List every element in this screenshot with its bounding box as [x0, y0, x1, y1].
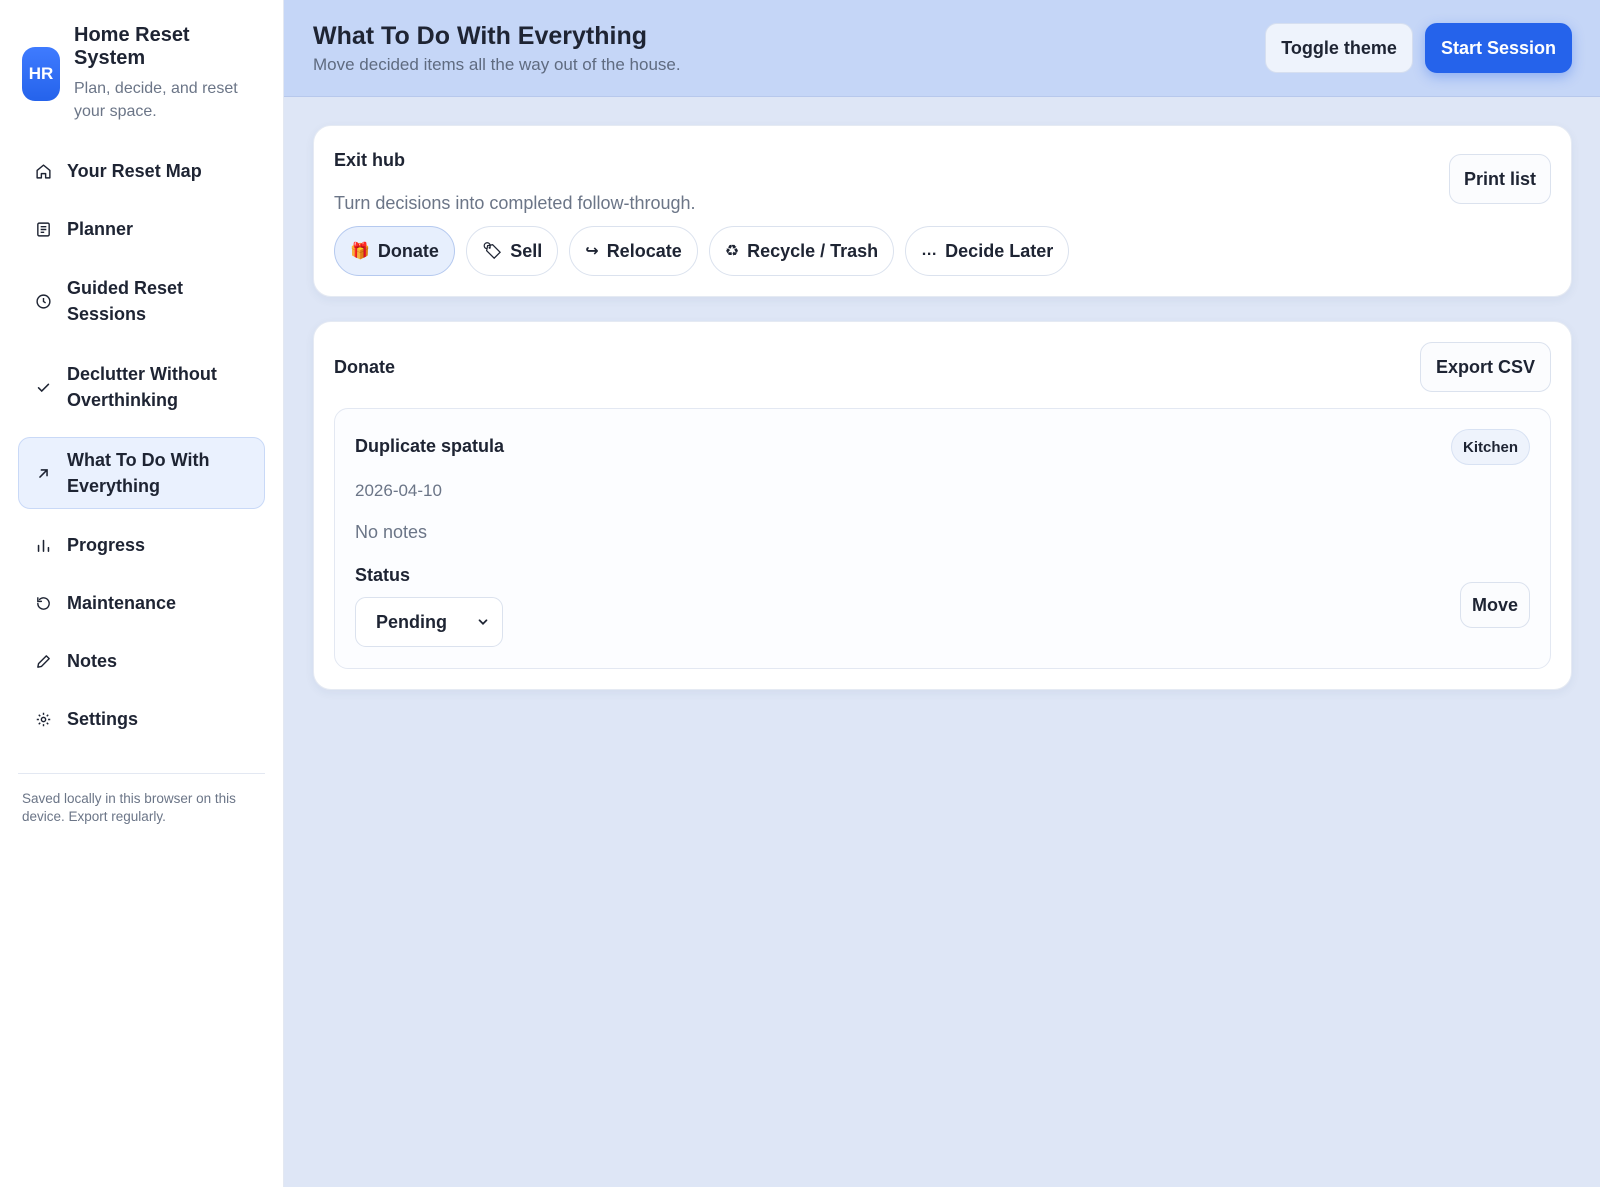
item-notes: No notes	[355, 522, 428, 542]
sidebar-item-your-reset-map[interactable]: Your Reset Map	[18, 149, 265, 193]
sidebar-item-label: Declutter Without Overthinking	[67, 364, 217, 410]
page-title: What To Do With Everything	[313, 22, 648, 50]
sidebar-footer-note: Saved locally in this browser on this de…	[22, 791, 236, 824]
arrow-up-right-icon	[33, 463, 53, 483]
home-icon	[33, 161, 53, 181]
sidebar-item-label: Your Reset Map	[67, 161, 202, 181]
chip-sell[interactable]: 🏷 Sell	[465, 226, 559, 276]
chip-label: Relocate	[606, 240, 682, 261]
status-select[interactable]: Pending	[355, 597, 503, 647]
chip-donate[interactable]: 🎁 Donate	[334, 226, 455, 276]
donate-section-card: Donate Export CSV Duplicate spatula Kitc…	[313, 321, 1572, 690]
topbar-heading: What To Do With Everything Move decided …	[313, 21, 681, 75]
exit-hub-header: Exit hub Turn decisions into completed f…	[334, 146, 1551, 214]
exit-hub-subtitle: Turn decisions into completed follow-thr…	[334, 193, 696, 213]
export-csv-button[interactable]: Export CSV	[1419, 342, 1551, 392]
print-list-button[interactable]: Print list	[1448, 154, 1551, 204]
sidebar-item-guided-reset-sessions[interactable]: Guided Reset Sessions	[18, 265, 265, 337]
sidebar-item-maintenance[interactable]: Maintenance	[18, 581, 265, 625]
sidebar: HR Home Reset System Plan, decide, and r…	[0, 0, 284, 1187]
exit-hub-heading: Exit hub Turn decisions into completed f…	[334, 146, 696, 214]
clock-icon	[33, 291, 53, 311]
chevron-down-icon	[476, 615, 490, 629]
sidebar-item-settings[interactable]: Settings	[18, 697, 265, 741]
sidebar-item-progress[interactable]: Progress	[18, 523, 265, 567]
sidebar-item-declutter[interactable]: Declutter Without Overthinking	[18, 351, 265, 423]
sidebar-item-what-to-do[interactable]: What To Do With Everything	[18, 437, 265, 509]
item-name: Duplicate spatula	[355, 436, 505, 456]
exit-category-chips: 🎁 Donate 🏷 Sell ↪ Relocate ♻ Recycle / T…	[334, 226, 1551, 276]
refresh-icon	[33, 593, 53, 613]
sidebar-item-label: Progress	[67, 535, 146, 555]
chip-decide-later[interactable]: … Decide Later	[905, 226, 1070, 276]
tag-icon: 🏷	[481, 243, 503, 260]
chip-label: Decide Later	[945, 240, 1054, 261]
sidebar-item-notes[interactable]: Notes	[18, 639, 265, 683]
exit-hub-card: Exit hub Turn decisions into completed f…	[313, 125, 1572, 297]
logo-avatar: HR	[22, 47, 60, 101]
topbar-actions: Toggle theme Start Session	[1265, 23, 1572, 73]
chip-label: Donate	[377, 240, 439, 261]
brand-title: Home Reset System	[74, 24, 190, 69]
chip-relocate[interactable]: ↪ Relocate	[569, 226, 698, 276]
chip-label: Recycle / Trash	[747, 240, 879, 261]
redirect-arrow-icon: ↪	[585, 243, 599, 260]
chip-label: Sell	[510, 240, 543, 261]
brand-subtitle: Plan, decide, and reset your space.	[74, 80, 238, 120]
room-tag: Kitchen	[1450, 429, 1530, 465]
section-title: Donate	[334, 356, 396, 377]
donate-section-header: Donate Export CSV	[334, 342, 1551, 392]
gift-icon: 🎁	[350, 243, 370, 260]
status-label: Status	[355, 565, 411, 585]
app-root: HR Home Reset System Plan, decide, and r…	[0, 0, 1600, 1187]
content: Exit hub Turn decisions into completed f…	[284, 97, 1600, 690]
sidebar-item-label: Guided Reset Sessions	[67, 278, 184, 324]
status-select-value: Pending	[376, 611, 447, 632]
sidebar-item-planner[interactable]: Planner	[18, 207, 265, 251]
list-icon	[33, 219, 53, 239]
list-item: Duplicate spatula Kitchen 2026-04-10 No …	[334, 408, 1551, 669]
sidebar-item-label: Notes	[67, 651, 118, 671]
gear-icon	[33, 709, 53, 729]
main-area: What To Do With Everything Move decided …	[284, 0, 1600, 1187]
sidebar-item-label: Maintenance	[67, 593, 177, 613]
item-date: 2026-04-10	[355, 481, 442, 500]
chip-recycle-trash[interactable]: ♻ Recycle / Trash	[708, 226, 895, 276]
brand: HR Home Reset System Plan, decide, and r…	[18, 22, 265, 123]
sidebar-nav: Your Reset Map Planner Guided Reset Sess…	[18, 149, 265, 741]
page-subtitle: Move decided items all the way out of th…	[313, 55, 681, 74]
topbar: What To Do With Everything Move decided …	[284, 0, 1600, 97]
start-session-button[interactable]: Start Session	[1424, 23, 1572, 73]
brand-text: Home Reset System Plan, decide, and rese…	[74, 22, 254, 123]
exit-hub-title: Exit hub	[334, 150, 405, 170]
pencil-icon	[33, 651, 53, 671]
toggle-theme-button[interactable]: Toggle theme	[1265, 23, 1413, 73]
check-icon	[33, 377, 53, 397]
recycle-icon: ♻	[724, 243, 740, 260]
sidebar-item-label: Planner	[67, 219, 134, 239]
sidebar-item-label: Settings	[67, 709, 139, 729]
ellipsis-icon: …	[921, 242, 938, 259]
sidebar-item-label: What To Do With Everything	[67, 450, 210, 496]
move-button[interactable]: Move	[1459, 582, 1530, 628]
sidebar-divider	[18, 773, 265, 774]
bar-chart-icon	[33, 535, 53, 555]
